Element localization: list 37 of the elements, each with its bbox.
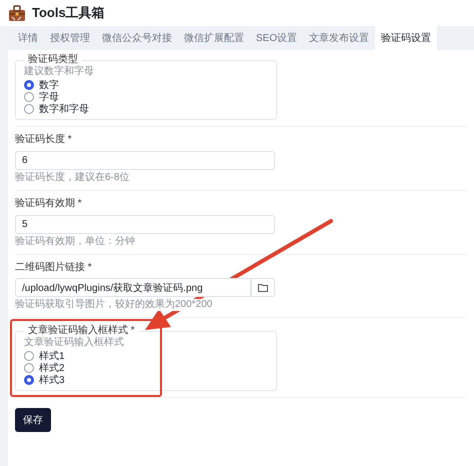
tab[interactable]: SEO设置	[250, 26, 304, 50]
group-legend: 文章验证码输入框样式 *	[24, 325, 139, 337]
radio-option[interactable]: 数字	[24, 79, 59, 91]
radio-icon[interactable]	[24, 92, 34, 102]
app-title: Tools工具箱	[32, 4, 105, 22]
tab[interactable]: 微信扩展配置	[178, 26, 250, 50]
radio-icon[interactable]	[24, 80, 34, 90]
radio-icon[interactable]	[24, 104, 34, 114]
input-field[interactable]: 5	[15, 215, 275, 234]
radio-option[interactable]: 样式3	[24, 374, 65, 386]
tab[interactable]: 微信公众号对接	[96, 26, 178, 50]
radio-option[interactable]: 样式2	[24, 362, 65, 374]
toolbox-icon	[8, 4, 26, 22]
tab[interactable]: 授权管理	[44, 26, 96, 50]
radio-icon[interactable]	[24, 351, 34, 361]
input-field[interactable]: 6	[15, 151, 275, 170]
help-text: 验证码长度，建议在6-8位	[15, 172, 132, 184]
radio-option[interactable]: 字母	[24, 91, 59, 103]
radio-option[interactable]: 数字和字母	[24, 103, 89, 115]
radio-option[interactable]: 样式1	[24, 350, 65, 362]
tab[interactable]: 文章发布设置	[303, 26, 376, 50]
field-label: 二维码图片链接 *	[15, 262, 93, 274]
save-button[interactable]: 保存	[15, 408, 51, 432]
input-field[interactable]: /upload/lywqPlugins/获取文章验证码.png	[15, 278, 251, 297]
group-legend: 验证码类型	[24, 54, 82, 66]
field-label: 验证码长度 *	[15, 134, 73, 146]
tab[interactable]: 详情	[12, 26, 44, 50]
help-text: 验证码有效期，单位：分钟	[15, 236, 137, 248]
hint-text: 建议数字和字母	[24, 66, 95, 78]
hint-text: 文章验证码输入框样式	[24, 337, 125, 349]
help-text: 验证码获取引导图片，较好的效果为200*200	[15, 299, 214, 311]
folder-icon	[258, 283, 268, 292]
field-label: 验证码有效期 *	[15, 198, 83, 210]
radio-icon[interactable]	[24, 375, 34, 385]
browse-button[interactable]	[251, 278, 275, 297]
radio-icon[interactable]	[24, 363, 34, 373]
tab[interactable]: 验证码设置	[375, 26, 438, 50]
